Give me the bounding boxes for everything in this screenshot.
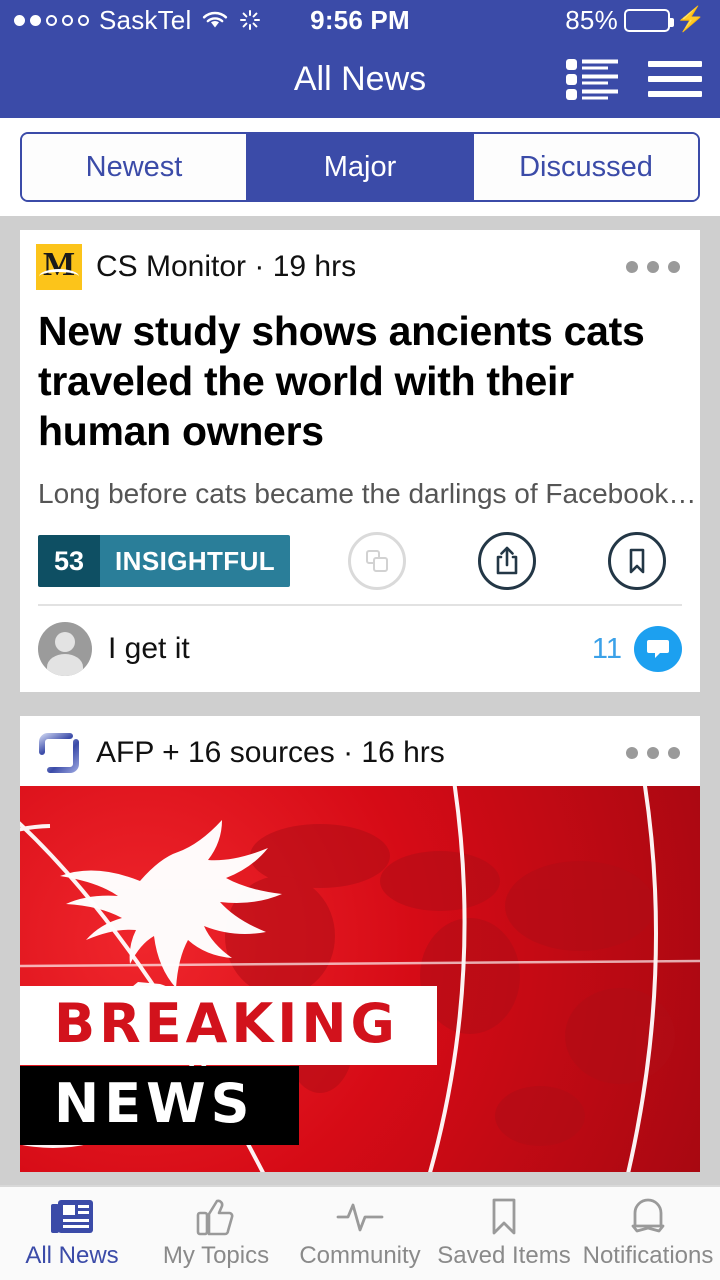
news-text: NEWS xyxy=(54,1072,255,1136)
card-header: AFP + 16 sources · 16 hrs xyxy=(20,716,700,786)
tab-saved-items[interactable]: Saved Items xyxy=(432,1197,576,1270)
battery-percent-label: 85% xyxy=(565,4,618,35)
thumbs-up-icon xyxy=(195,1197,237,1237)
insightful-badge[interactable]: 53 INSIGHTFUL xyxy=(38,535,291,588)
tab-notifications[interactable]: Notifications xyxy=(576,1197,720,1270)
news-card[interactable]: M CS Monitor · 19 hrs New study shows an… xyxy=(20,230,700,693)
badge-count: 53 xyxy=(38,535,101,588)
tab-label: All News xyxy=(25,1242,119,1269)
segment-discussed[interactable]: Discussed xyxy=(474,134,698,200)
breaking-text: BREAKING xyxy=(54,992,399,1056)
comment-count: 11 xyxy=(591,632,622,665)
copies-stack-icon[interactable] xyxy=(348,532,406,591)
share-icon[interactable] xyxy=(478,532,536,591)
carrier-label: SaskTel xyxy=(99,4,192,35)
headline[interactable]: New study shows ancients cats traveled t… xyxy=(20,300,700,456)
segment-newest[interactable]: Newest xyxy=(22,134,248,200)
wifi-icon xyxy=(202,10,228,30)
comment-text: I get it xyxy=(108,632,190,666)
tab-label: Notifications xyxy=(582,1242,714,1269)
newspaper-icon xyxy=(49,1197,95,1237)
comment-row[interactable]: I get it 11 xyxy=(20,606,700,692)
tab-community[interactable]: Community xyxy=(288,1197,432,1270)
card-actions: 53 INSIGHTFUL xyxy=(20,510,700,604)
app-root: SaskTel 9:56 PM 85% ⚡ All News Newest Ma… xyxy=(0,0,720,1280)
bookmark-icon xyxy=(488,1197,520,1237)
card-header: M CS Monitor · 19 hrs xyxy=(20,230,700,300)
activity-spinner-icon xyxy=(239,9,261,31)
status-bar-left: SaskTel xyxy=(14,5,261,36)
badge-label: INSIGHTFUL xyxy=(100,535,291,588)
tab-label: Community xyxy=(299,1242,421,1269)
status-bar: SaskTel 9:56 PM 85% ⚡ xyxy=(0,0,720,40)
news-card[interactable]: AFP + 16 sources · 16 hrs BREAKING NEWS xyxy=(20,716,700,1173)
kebab-menu-icon[interactable] xyxy=(622,255,684,279)
battery-icon xyxy=(623,8,674,32)
breaking-banner: BREAKING xyxy=(20,986,437,1066)
comment-meta: 11 xyxy=(591,626,682,673)
tab-label: Saved Items xyxy=(437,1242,571,1269)
afp-bracket-logo-icon xyxy=(36,730,82,776)
filter-bar: Newest Major Discussed xyxy=(0,118,720,216)
user-avatar-icon xyxy=(38,622,92,677)
comment-bubble-icon[interactable] xyxy=(634,626,682,673)
breaking-news-image[interactable]: BREAKING NEWS xyxy=(20,786,700,1173)
news-banner: NEWS xyxy=(20,1066,299,1146)
segmented-control: Newest Major Discussed xyxy=(20,132,700,202)
bookmark-icon[interactable] xyxy=(608,532,666,591)
action-icon-group xyxy=(348,532,682,591)
cs-monitor-logo-icon: M xyxy=(36,244,82,290)
list-view-icon[interactable] xyxy=(566,57,618,101)
bottom-tab-bar: All News My Topics Community Saved Items… xyxy=(0,1185,720,1280)
bell-icon xyxy=(629,1197,667,1237)
source-label: AFP + 16 sources · 16 hrs xyxy=(96,736,445,770)
segment-major[interactable]: Major xyxy=(248,134,474,200)
news-feed[interactable]: M CS Monitor · 19 hrs New study shows an… xyxy=(0,216,720,1185)
kebab-menu-icon[interactable] xyxy=(622,741,684,765)
tab-all-news[interactable]: All News xyxy=(0,1197,144,1270)
lightning-bolt-icon: ⚡ xyxy=(675,6,706,33)
source-label: CS Monitor · 19 hrs xyxy=(96,250,357,283)
signal-strength-icon xyxy=(14,14,89,26)
navigation-bar: All News xyxy=(0,40,720,118)
summary: Long before cats became the darlings of … xyxy=(38,478,697,510)
hamburger-menu-icon[interactable] xyxy=(648,61,702,97)
status-bar-right: 85% ⚡ xyxy=(565,5,706,36)
tab-label: My Topics xyxy=(162,1242,270,1269)
tab-my-topics[interactable]: My Topics xyxy=(144,1197,288,1270)
nav-actions xyxy=(566,57,702,101)
pulse-activity-icon xyxy=(336,1197,384,1237)
